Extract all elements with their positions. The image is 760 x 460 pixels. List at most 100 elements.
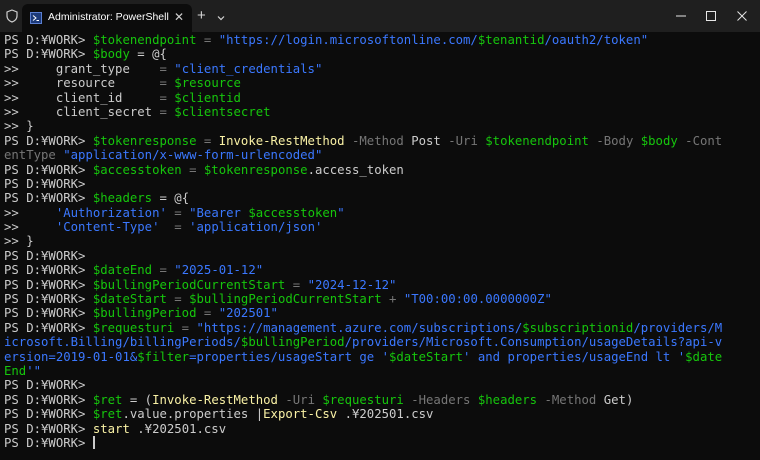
terminal-token: PS D:¥WORK> <box>4 407 93 422</box>
tab-powershell[interactable]: Administrator: PowerShell ✕ <box>22 4 192 32</box>
terminal-token: PS D:¥WORK> <box>4 392 93 407</box>
terminal-token: = <box>159 220 190 235</box>
terminal-token: Invoke-RestMethod <box>152 392 278 407</box>
terminal-token: = <box>166 292 190 307</box>
terminal-line: PS D:¥WORK> $requesturi = "https://manag… <box>4 321 756 335</box>
terminal-token: $tenantid <box>477 33 545 47</box>
terminal-token: 'Authorization' <box>55 205 167 220</box>
terminal-token: = ( <box>122 392 153 407</box>
terminal-token: $accesstoken <box>248 205 338 220</box>
terminal-token: >> grant_type <box>4 61 160 76</box>
terminal-token: -Uri <box>440 133 486 148</box>
terminal-token: = @{ <box>129 47 167 62</box>
close-icon[interactable] <box>726 0 758 32</box>
powershell-icon <box>30 12 42 24</box>
terminal-token: = <box>181 162 204 177</box>
terminal-token: "client_credentials" <box>174 61 323 76</box>
terminal-token: = @{ <box>152 191 190 206</box>
terminal-token: /providers/Microsoft.Consumption/usageDe… <box>344 335 723 350</box>
maximize-icon[interactable] <box>695 0 727 32</box>
terminal-token: Export-Csv <box>263 407 338 422</box>
shield-icon[interactable] <box>0 0 24 32</box>
minimize-icon[interactable] <box>665 0 697 32</box>
terminal-line: PS D:¥WORK> $body = @{ <box>4 47 756 61</box>
terminal-token: Post <box>411 133 441 148</box>
terminal-token: $tokenendpoint <box>485 133 589 148</box>
terminal-token: -Body <box>588 133 641 148</box>
terminal-token: start <box>92 421 130 436</box>
tab-close-button[interactable]: ✕ <box>174 10 184 24</box>
terminal-token: "https://management.azure.com/subscripti… <box>196 320 523 335</box>
terminal-token: + <box>381 292 404 307</box>
terminal-token: PS D:¥WORK> <box>4 292 93 307</box>
terminal-token: .access_token <box>307 162 404 177</box>
terminal-token: PS D:¥WORK> <box>4 248 86 263</box>
terminal-token: -Uri <box>277 392 323 407</box>
terminal-token: icrosoft.Billing/billingPeriods/ <box>4 335 241 350</box>
terminal-token: 'Content-Type' <box>55 220 160 235</box>
terminal-token: = <box>285 277 308 292</box>
terminal-token: Invoke-RestMethod <box>218 133 345 148</box>
terminal-token: PS D:¥WORK> <box>4 133 93 148</box>
terminal-token: '" <box>26 363 42 378</box>
terminal-token: .¥202501.csv <box>129 421 227 436</box>
terminal-line: End'" <box>4 364 756 378</box>
title-bar[interactable]: Administrator: PowerShell ✕ + <box>0 0 760 32</box>
terminal-token: $tokenresponse <box>92 133 197 148</box>
terminal-line: PS D:¥WORK> $dateStart = $bullingPeriodC… <box>4 292 756 306</box>
terminal-token: -Method <box>344 133 412 148</box>
terminal-token: $dateEnd <box>92 263 153 278</box>
terminal-output[interactable]: PS D:¥WORK> $tokenendpoint = "https://lo… <box>4 33 756 458</box>
terminal-line: ersion=2019-01-01&$filter=properties/usa… <box>4 350 756 364</box>
terminal-line: PS D:¥WORK> $ret = (Invoke-RestMethod -U… <box>4 393 756 407</box>
terminal-token: $subscriptionid <box>522 320 634 335</box>
terminal-line: PS D:¥WORK> $bullingPeriod = "202501" <box>4 306 756 320</box>
terminal-token: ersion=2019-01-01& <box>4 349 138 364</box>
terminal-token: "https://login.microsoftonline.com/ <box>218 33 478 47</box>
terminal-token: $bullingPeriodCurrentStart <box>92 277 286 292</box>
terminal-token: $clientsecret <box>174 104 271 119</box>
terminal-token: = <box>196 133 219 148</box>
terminal-token: PS D:¥WORK> <box>4 421 93 436</box>
terminal-line: PS D:¥WORK> <box>4 378 756 392</box>
terminal-token: PS D:¥WORK> <box>4 176 86 191</box>
terminal-token: >> <box>4 205 56 220</box>
terminal-token: = <box>174 320 197 335</box>
terminal-token: "application/x-www-form-urlencoded" <box>63 148 323 163</box>
terminal-line: >> 'Authorization' = "Bearer $accesstoke… <box>4 206 756 220</box>
terminal-token: -Method <box>537 392 604 407</box>
terminal-token: = <box>166 205 190 220</box>
terminal-token: $tokenresponse <box>203 162 308 177</box>
terminal-token: >> client_id <box>4 90 160 105</box>
terminal-line: PS D:¥WORK> $dateEnd = "2025-01-12" <box>4 263 756 277</box>
new-tab-button[interactable]: + <box>197 8 206 23</box>
terminal-line: PS D:¥WORK> $headers = @{ <box>4 191 756 205</box>
terminal-token: $bullingPeriodCurrentStart <box>189 292 382 307</box>
terminal-token: $bullingPeriod <box>240 335 345 350</box>
terminal-token: /oauth2/token" <box>544 33 649 47</box>
terminal-line: >> grant_type = "client_credentials" <box>4 62 756 76</box>
terminal-token: /providers/M <box>633 320 723 335</box>
terminal-token: $bullingPeriod <box>92 306 197 321</box>
terminal-token: "Bearer <box>189 205 249 220</box>
terminal-token: $ret <box>92 407 123 422</box>
terminal-line: >> client_secret = $clientsecret <box>4 105 756 119</box>
terminal-token: = <box>159 76 175 91</box>
terminal-token: $accesstoken <box>92 162 182 177</box>
terminal-token: PS D:¥WORK> <box>4 162 93 177</box>
terminal-token: = <box>159 104 175 119</box>
terminal-token: PS D:¥WORK> <box>4 263 93 278</box>
terminal-token: >> } <box>4 119 34 134</box>
terminal-token: PS D:¥WORK> <box>4 306 93 321</box>
terminal-line: icrosoft.Billing/billingPeriods/$bulling… <box>4 335 756 349</box>
terminal-token: "T00:00:00.0000000Z" <box>403 292 552 307</box>
terminal-token: = <box>196 306 219 321</box>
terminal-token: Get <box>603 392 626 407</box>
terminal-token: ' and properties/usageEnd lt ' <box>463 349 686 364</box>
terminal-token: = <box>159 90 175 105</box>
terminal-token: >> resource <box>4 76 160 91</box>
terminal-line: >> } <box>4 234 756 248</box>
terminal-token: $tokenendpoint <box>92 33 197 47</box>
chevron-down-icon[interactable] <box>216 10 226 28</box>
terminal-token: "202501" <box>218 306 278 321</box>
